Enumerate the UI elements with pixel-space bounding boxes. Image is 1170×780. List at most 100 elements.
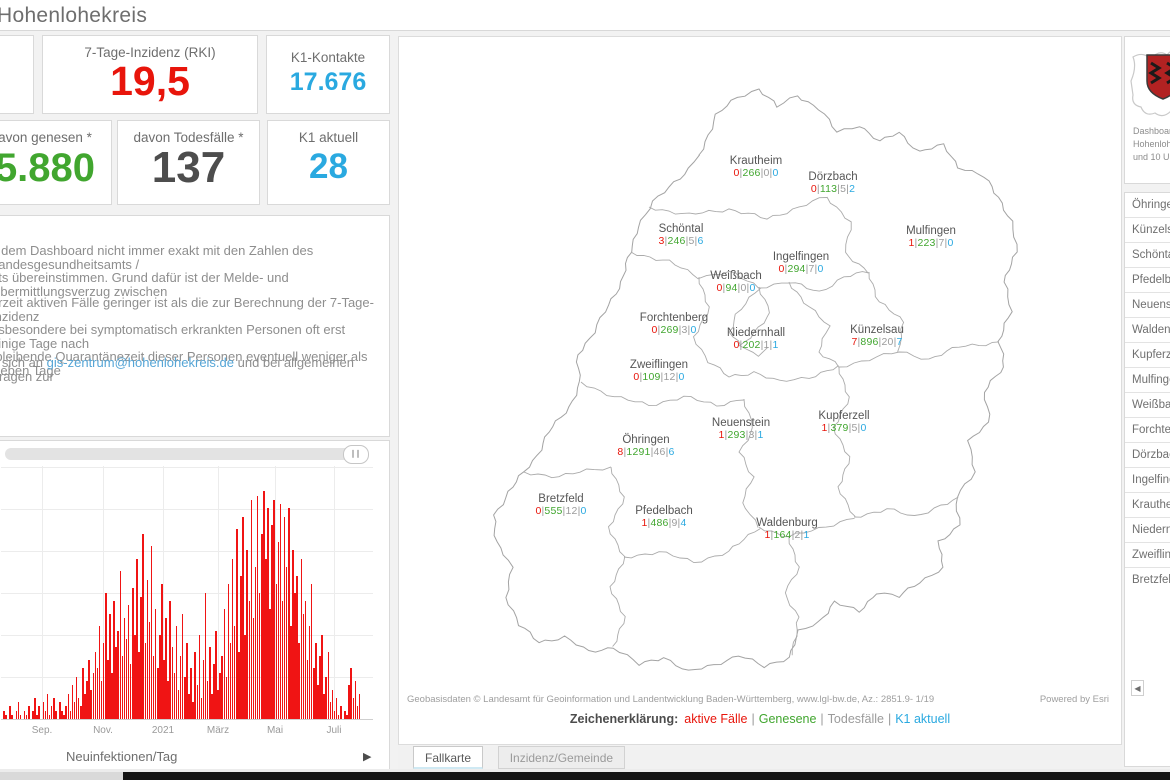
list-item[interactable]: Mulfinge xyxy=(1125,367,1170,392)
stat-label-k1-current: K1 aktuell xyxy=(298,130,359,145)
x-tick-label: 2021 xyxy=(151,725,175,736)
powered-by-esri: Powered by Esri xyxy=(1039,694,1109,705)
municipality-values: 0|113|5|2 xyxy=(810,183,856,195)
stat-card-cases-cut xyxy=(0,35,34,114)
email-link[interactable]: gis-zentrum@hohenlohekreis.de xyxy=(47,355,234,370)
gridline xyxy=(42,466,43,719)
stat-value-incidence: 19,5 xyxy=(110,58,190,104)
page-title: Hohenlohekreis xyxy=(0,4,148,27)
coat-of-arms xyxy=(1130,51,1170,117)
municipality-name: Schöntal xyxy=(658,223,704,235)
list-item[interactable]: Öhringe xyxy=(1125,193,1170,217)
x-tick-label: Juli xyxy=(326,725,342,736)
municipality-name: Waldenburg xyxy=(756,517,818,529)
bottom-strip xyxy=(0,772,123,780)
municipality-values: 1|223|7|0 xyxy=(908,237,954,249)
municipality-name: Öhringen xyxy=(622,434,670,446)
list-item[interactable]: Zweifling xyxy=(1125,542,1170,567)
legend-label: Zeichenerklärung: xyxy=(569,712,679,726)
info-panel: s dem Dashboard nicht immer exakt mit de… xyxy=(0,215,390,437)
list-item[interactable]: Neuenst xyxy=(1125,292,1170,317)
municipality-name: Niedernhall xyxy=(726,327,786,339)
chart-plot[interactable] xyxy=(1,466,373,719)
chart-range-slider-track[interactable] xyxy=(5,448,365,460)
sidebar-info-text: Dashboard Hohenlohe und 10 Uhr. xyxy=(1133,125,1170,164)
x-tick-label: März xyxy=(206,725,230,736)
map-label[interactable]: Bretzfeld 0|555|12|0 xyxy=(535,493,586,517)
list-item[interactable]: Weißbac xyxy=(1125,392,1170,417)
x-tick-label: Sep. xyxy=(31,725,53,736)
municipality-name: Kupferzell xyxy=(818,410,870,422)
municipality-values: 0|294|7|0 xyxy=(778,263,824,275)
municipality-name: Künzelsau xyxy=(850,324,904,336)
list-item[interactable]: Ingelfing xyxy=(1125,467,1170,492)
municipality-values: 0|555|12|0 xyxy=(535,505,587,517)
map-label[interactable]: Dörzbach 0|113|5|2 xyxy=(808,171,857,195)
bar xyxy=(55,710,57,719)
tab-inzidenz-gemeinde[interactable]: Inzidenz/Gemeinde xyxy=(497,746,626,769)
chart-next-arrow-icon[interactable]: ▶ xyxy=(363,744,371,770)
map-label[interactable]: Pfedelbach 1|486|9|4 xyxy=(635,505,693,529)
stat-card-deaths: davon Todesfälle * 137 xyxy=(117,120,260,205)
municipality-name: Mulfingen xyxy=(906,225,956,237)
stat-card-k1-contacts: K1-Kontakte 17.676 xyxy=(266,35,390,114)
municipality-values: 0|266|0|0 xyxy=(733,167,779,179)
map-label[interactable]: Krautheim 0|266|0|0 xyxy=(730,155,782,179)
list-item[interactable]: Krauthe xyxy=(1125,492,1170,517)
list-item[interactable]: Waldenb xyxy=(1125,317,1170,342)
municipality-values: 1|164|2|1 xyxy=(764,529,810,541)
gridline xyxy=(1,551,373,552)
municipality-values: 0|269|3|0 xyxy=(651,324,697,336)
list-item[interactable]: Kupferze xyxy=(1125,342,1170,367)
map-label[interactable]: Forchtenberg 0|269|3|0 xyxy=(640,312,708,336)
x-tick-label: Mai xyxy=(266,725,284,736)
municipality-name: Krautheim xyxy=(729,155,783,167)
list-item[interactable]: Niedern xyxy=(1125,517,1170,542)
bottom-taskbar xyxy=(123,772,1170,780)
info-paragraph: s dem Dashboard nicht immer exakt mit de… xyxy=(0,244,379,298)
stat-label-k1-contacts: K1-Kontakte xyxy=(290,50,366,65)
collapse-arrow-icon[interactable]: ◀ xyxy=(1131,680,1144,696)
bar xyxy=(340,706,342,719)
map-label[interactable]: Kupferzell 1|379|5|0 xyxy=(818,410,869,434)
attribution: Geobasisdaten © Landesamt für Geoinforma… xyxy=(407,694,935,705)
legend-item: Todesfälle xyxy=(827,712,884,726)
municipality-values: 8|1291|46|6 xyxy=(617,446,675,458)
municipality-name: Zweiflingen xyxy=(629,359,689,371)
list-item[interactable]: Künzelsa xyxy=(1125,217,1170,242)
info-paragraph: e sich an gis-zentrum@hohenlohekreis.de … xyxy=(0,356,379,383)
municipality-name: Ingelfingen xyxy=(772,251,830,263)
info-text-line: s dem Dashboard nicht immer exakt mit de… xyxy=(0,243,314,272)
list-item[interactable]: Forchter xyxy=(1125,417,1170,442)
map-label[interactable]: Zweiflingen 0|109|12|0 xyxy=(630,359,688,383)
stat-card-recovered: avon genesen * 5.880 xyxy=(0,120,112,205)
map-label[interactable]: Ingelfingen 0|294|7|0 xyxy=(773,251,829,275)
map-label[interactable]: Waldenburg 1|164|2|1 xyxy=(756,517,818,541)
chart-card: ∥∥ Sep. Nov. 2021 März Mai Juli Neuinfektione… xyxy=(0,440,390,772)
list-item[interactable]: Bretzfel xyxy=(1125,567,1170,592)
map-label[interactable]: Weißbach 0|94|0|0 xyxy=(710,270,762,294)
map-label[interactable]: Niedernhall 0|202|1|1 xyxy=(727,327,785,351)
legend-item: K1 aktuell xyxy=(895,712,951,726)
gridline xyxy=(1,509,373,510)
list-item[interactable]: Dörzbac xyxy=(1125,442,1170,467)
stat-label-recovered: avon genesen * xyxy=(0,130,92,145)
district-map xyxy=(493,88,1018,671)
chart-slider-handle[interactable]: ∥∥ xyxy=(343,445,369,464)
map-label[interactable]: Neuenstein 1|293|3|1 xyxy=(712,417,770,441)
map-label[interactable]: Mulfingen 1|223|7|0 xyxy=(906,225,956,249)
map-label[interactable]: Schöntal 3|246|5|6 xyxy=(658,223,703,247)
map-label[interactable]: Öhringen 8|1291|46|6 xyxy=(617,434,674,458)
gridline xyxy=(1,635,373,636)
tab-fallkarte[interactable]: Fallkarte xyxy=(413,746,484,769)
list-item[interactable]: Pfedelba xyxy=(1125,267,1170,292)
municipality-values: 0|202|1|1 xyxy=(733,339,779,351)
municipality-name: Bretzfeld xyxy=(538,493,584,505)
map-panel[interactable]: Krautheim 0|266|0|0 Dörzbach 0|113|5|2 Schön… xyxy=(398,36,1122,745)
sidebar-info-line: Hohenlohe xyxy=(1133,139,1170,149)
municipality-values: 1|379|5|0 xyxy=(821,422,867,434)
list-item[interactable]: Schönta xyxy=(1125,242,1170,267)
x-tick-label: Nov. xyxy=(93,725,113,736)
legend-item: aktive Fälle xyxy=(684,712,748,726)
map-label[interactable]: Künzelsau 7|896|20|7 xyxy=(850,324,904,348)
